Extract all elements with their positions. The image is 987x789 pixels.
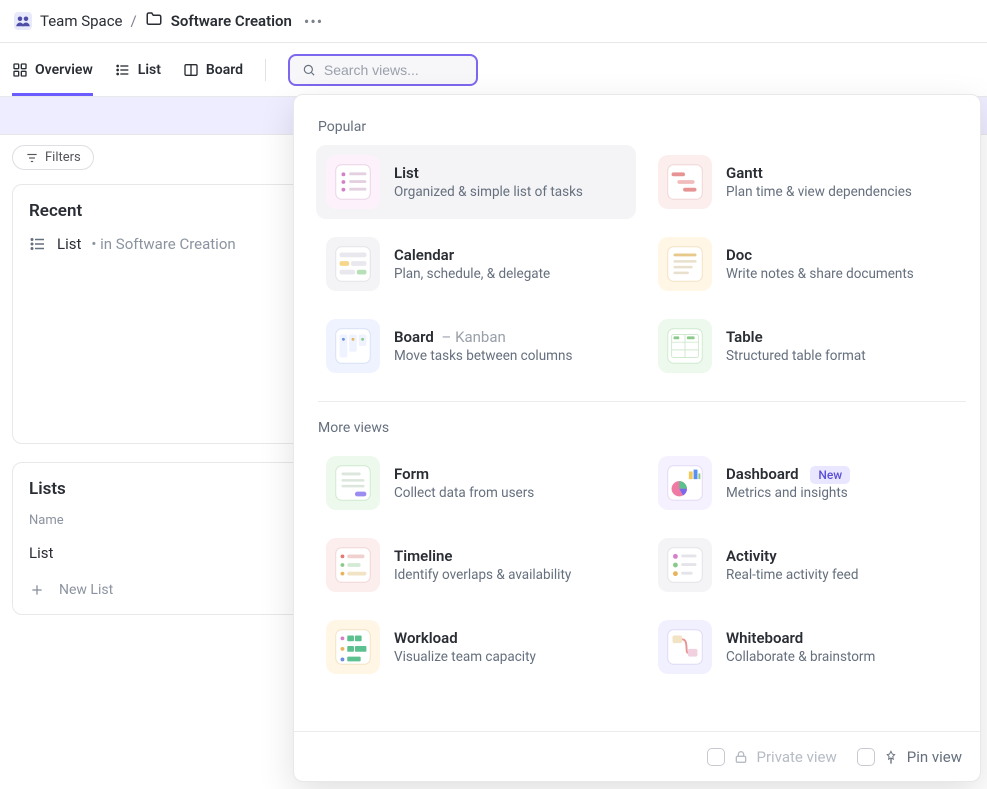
filter-icon [25,151,39,165]
view-option-board-desc: Move tasks between columns [394,348,572,364]
section-popular: Popular [318,119,968,135]
views-dropdown-panel: Popular List Organized & simple list of … [293,94,981,782]
view-option-activity[interactable]: Activity Real-time activity feed [648,528,968,602]
pin-view-label: Pin view [907,748,962,766]
tab-board-label: Board [206,62,243,78]
list-icon [29,235,47,253]
whiteboard-view-icon [658,620,712,674]
private-view-toggle[interactable]: Private view [707,748,837,766]
folder-icon [145,10,163,32]
view-option-activity-desc: Real-time activity feed [726,567,858,583]
view-option-gantt-title: Gantt [726,164,763,182]
filters-label: Filters [45,150,81,165]
pin-icon [883,749,899,765]
section-more: More views [318,420,968,436]
checkbox-icon [707,748,725,766]
views-dropdown-scroll[interactable]: Popular List Organized & simple list of … [294,95,980,731]
timeline-view-icon [326,538,380,592]
view-option-whiteboard[interactable]: Whiteboard Collaborate & brainstorm [648,610,968,684]
table-view-icon [658,319,712,373]
view-option-workload-title: Workload [394,629,458,647]
view-option-form[interactable]: Form Collect data from users [316,446,636,520]
tab-list-label: List [138,62,161,78]
checkbox-icon [857,748,875,766]
breadcrumb-more-icon[interactable]: ••• [300,12,327,31]
breadcrumb-workspace[interactable]: Team Space [40,12,123,30]
view-tabs: Overview List Board [0,43,987,97]
new-badge: New [810,466,850,484]
view-option-calendar[interactable]: Calendar Plan, schedule, & delegate [316,227,636,301]
view-option-doc-title: Doc [726,246,752,264]
breadcrumb: Team Space / Software Creation ••• [0,0,987,43]
view-option-workload[interactable]: Workload Visualize team capacity [316,610,636,684]
view-option-workload-desc: Visualize team capacity [394,649,536,665]
lock-icon [733,749,749,765]
view-option-activity-title: Activity [726,547,777,565]
view-option-board-title: Board [394,328,434,346]
tab-overview-label: Overview [35,62,93,78]
breadcrumb-folder[interactable]: Software Creation [171,12,292,30]
view-option-gantt-desc: Plan time & view dependencies [726,184,912,200]
team-icon [14,12,32,30]
gantt-view-icon [658,155,712,209]
view-option-dashboard-title: Dashboard [726,465,799,483]
tab-list[interactable]: List [115,43,161,96]
filters-button[interactable]: Filters [12,145,94,170]
recent-item-context: • in Software Creation [91,235,235,253]
tab-overview[interactable]: Overview [12,43,93,96]
view-option-board-suffix: – Kanban [442,328,506,346]
new-list-label: New List [59,582,113,598]
view-option-table-title: Table [726,328,763,346]
private-view-label: Private view [757,748,837,766]
view-option-table-desc: Structured table format [726,348,866,364]
workload-view-icon [326,620,380,674]
plus-icon [29,582,45,598]
dashboard-view-icon [658,456,712,510]
list-view-icon [326,155,380,209]
panel-divider [318,401,966,402]
pin-view-toggle[interactable]: Pin view [857,748,962,766]
view-option-list-title: List [394,164,419,182]
view-option-whiteboard-title: Whiteboard [726,629,803,647]
form-view-icon [326,456,380,510]
doc-view-icon [658,237,712,291]
view-option-whiteboard-desc: Collaborate & brainstorm [726,649,875,665]
view-option-form-title: Form [394,465,429,483]
view-option-doc-desc: Write notes & share documents [726,266,914,282]
activity-view-icon [658,538,712,592]
search-views[interactable] [288,54,478,86]
search-icon [302,62,316,78]
tab-board[interactable]: Board [183,43,243,96]
view-option-table[interactable]: Table Structured table format [648,309,968,383]
view-option-doc[interactable]: Doc Write notes & share documents [648,227,968,301]
view-option-gantt[interactable]: Gantt Plan time & view dependencies [648,145,968,219]
view-option-list[interactable]: List Organized & simple list of tasks [316,145,636,219]
view-option-timeline-title: Timeline [394,547,452,565]
view-option-calendar-title: Calendar [394,246,454,264]
view-option-timeline-desc: Identify overlaps & availability [394,567,571,583]
view-option-list-desc: Organized & simple list of tasks [394,184,583,200]
view-option-dashboard-desc: Metrics and insights [726,485,850,501]
search-input[interactable] [324,62,464,78]
tab-divider [265,59,266,81]
view-option-dashboard[interactable]: Dashboard New Metrics and insights [648,446,968,520]
board-view-icon [326,319,380,373]
view-option-calendar-desc: Plan, schedule, & delegate [394,266,550,282]
calendar-view-icon [326,237,380,291]
view-option-form-desc: Collect data from users [394,485,534,501]
view-option-timeline[interactable]: Timeline Identify overlaps & availabilit… [316,528,636,602]
breadcrumb-sep: / [131,12,137,30]
recent-item-name: List [57,235,81,253]
view-option-board[interactable]: Board – Kanban Move tasks between column… [316,309,636,383]
panel-footer: Private view Pin view [294,731,980,781]
